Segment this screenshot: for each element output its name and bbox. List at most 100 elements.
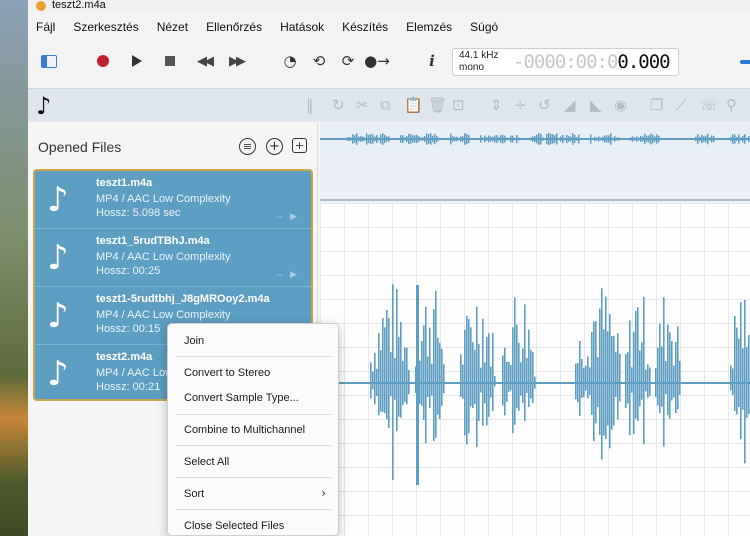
- overview-sample: [738, 134, 740, 144]
- waveform-sample: [484, 362, 486, 404]
- normalize-icon[interactable]: ◉: [614, 96, 627, 114]
- waveform-sample: [478, 344, 480, 421]
- waveform-sample: [730, 365, 732, 391]
- overview-sample: [640, 135, 642, 143]
- playback-speed-button[interactable]: ◔: [279, 50, 301, 72]
- overview-sample: [650, 133, 652, 145]
- insert-silence-icon[interactable]: ⇕: [490, 96, 503, 114]
- menu-item-join[interactable]: Join: [184, 335, 204, 347]
- menu-generate[interactable]: Készítés: [342, 20, 388, 34]
- overview-sample: [656, 134, 658, 144]
- sample-rate: 44.1 kHz: [459, 50, 499, 61]
- waveform-sample: [382, 318, 384, 412]
- overview-sample: [450, 133, 452, 145]
- overview-sample: [410, 134, 412, 144]
- overview-sample: [746, 137, 748, 141]
- crop-icon[interactable]: ⊡: [452, 96, 465, 114]
- delete-icon[interactable]: 🗑: [428, 96, 447, 114]
- fade-in-icon[interactable]: ◢: [564, 96, 576, 114]
- duplicate-icon[interactable]: ❐: [650, 96, 663, 114]
- waveform-sample: [466, 315, 468, 445]
- desktop-background: [0, 0, 28, 536]
- menu-help[interactable]: Súgó: [470, 20, 498, 34]
- menu-item-sort[interactable]: Sort: [184, 488, 204, 500]
- file-length: Hossz: 00:21: [96, 381, 161, 393]
- pin-icon[interactable]: ⚲: [726, 96, 737, 114]
- fast-forward-button[interactable]: ▶▶: [225, 50, 247, 72]
- app-logo-icon: [36, 1, 46, 11]
- link-play-icons[interactable]: ⇔▶: [275, 269, 303, 280]
- sidebar-toggle-button[interactable]: [38, 50, 60, 72]
- repeat-button[interactable]: ⟳: [337, 50, 359, 72]
- menu-separator: [176, 414, 332, 415]
- waveform-editor[interactable]: [320, 203, 750, 536]
- overview-sample: [456, 136, 458, 142]
- overview-sample: [368, 134, 370, 144]
- file-length: Hossz: 5.098 sec: [96, 207, 181, 219]
- copy-icon[interactable]: ⧉: [380, 96, 391, 114]
- file-info-button[interactable]: i: [421, 50, 443, 72]
- stop-button[interactable]: [159, 50, 181, 72]
- waveform-sample: [504, 347, 506, 416]
- redo-icon[interactable]: ↻: [332, 96, 345, 114]
- menu-item-select-all[interactable]: Select All: [184, 456, 229, 468]
- overview-sample: [616, 137, 618, 141]
- file-name: teszt2.m4a: [96, 351, 153, 363]
- loop-button[interactable]: ⟲: [308, 50, 330, 72]
- waveform-sample: [647, 364, 649, 398]
- waveform-sample: [386, 309, 388, 420]
- waveform-sample: [534, 376, 536, 389]
- menu-analyze[interactable]: Elemzés: [406, 20, 452, 34]
- menu-item-convert-to-stereo[interactable]: Convert to Stereo: [184, 367, 270, 379]
- menu-file[interactable]: Fájl: [36, 20, 55, 34]
- rewind-button[interactable]: ◀◀: [193, 50, 215, 72]
- file-format: MP4 / AAC Low Complexity: [96, 309, 231, 321]
- overview-sample: [705, 135, 707, 143]
- filter-icon[interactable]: ≡: [239, 138, 256, 155]
- overview-sample: [494, 135, 496, 143]
- overview-sample: [590, 134, 592, 144]
- record-button[interactable]: [92, 50, 114, 72]
- waveform-sample: [490, 366, 492, 398]
- phone-icon[interactable]: ☏: [700, 96, 719, 114]
- play-button[interactable]: [126, 50, 148, 72]
- waveform-sample: [599, 308, 601, 435]
- waveform-sample: [665, 361, 667, 394]
- overview-sample: [618, 137, 620, 141]
- file-item[interactable]: ♪ teszt1.m4a MP4 / AAC Low Complexity Ho…: [35, 171, 311, 229]
- overview-sample: [464, 133, 466, 145]
- curve-icon[interactable]: ⟋: [676, 96, 687, 114]
- reverse-icon[interactable]: ↺: [538, 96, 551, 114]
- link-play-icons[interactable]: ⇔▶: [275, 211, 303, 222]
- menu-item-combine-multichannel[interactable]: Combine to Multichannel: [184, 424, 305, 436]
- paste-icon[interactable]: 📋: [404, 96, 423, 114]
- menu-view[interactable]: Nézet: [157, 20, 188, 34]
- waveform-sample: [524, 304, 526, 421]
- fade-out-icon[interactable]: ◣: [590, 96, 602, 114]
- menu-effects[interactable]: Hatások: [280, 20, 324, 34]
- overview-sample: [380, 134, 382, 144]
- overview-sample: [736, 136, 738, 142]
- menu-check[interactable]: Ellenőrzés: [206, 20, 262, 34]
- split-icon[interactable]: ÷: [514, 96, 527, 114]
- cut-icon[interactable]: ✂: [356, 96, 369, 114]
- waveform-sample: [605, 296, 607, 440]
- waveform-sample: [423, 325, 425, 420]
- context-menu: Join Convert to Stereo Convert Sample Ty…: [167, 323, 339, 536]
- file-length: Hossz: 00:15: [96, 323, 161, 335]
- skip-to-next-button[interactable]: ●→: [364, 50, 390, 72]
- import-file-icon[interactable]: +: [292, 138, 307, 153]
- menu-item-convert-sample-type[interactable]: Convert Sample Type...: [184, 392, 299, 404]
- add-file-icon[interactable]: +: [266, 138, 283, 155]
- waveform-sample: [587, 356, 589, 399]
- waveform-overview[interactable]: [320, 123, 750, 155]
- volume-slider[interactable]: [740, 60, 750, 64]
- overview-sample: [454, 136, 456, 142]
- waveform-sample: [462, 364, 464, 399]
- file-item[interactable]: ♪ teszt1_5rudTBhJ.m4a MP4 / AAC Low Comp…: [35, 229, 311, 287]
- menu-item-close-selected-files[interactable]: Close Selected Files: [184, 520, 284, 532]
- menu-edit[interactable]: Szerkesztés: [73, 20, 138, 34]
- overview-sample: [386, 136, 388, 142]
- repeat-icon: ⟳: [341, 52, 355, 70]
- overview-sample: [376, 135, 378, 143]
